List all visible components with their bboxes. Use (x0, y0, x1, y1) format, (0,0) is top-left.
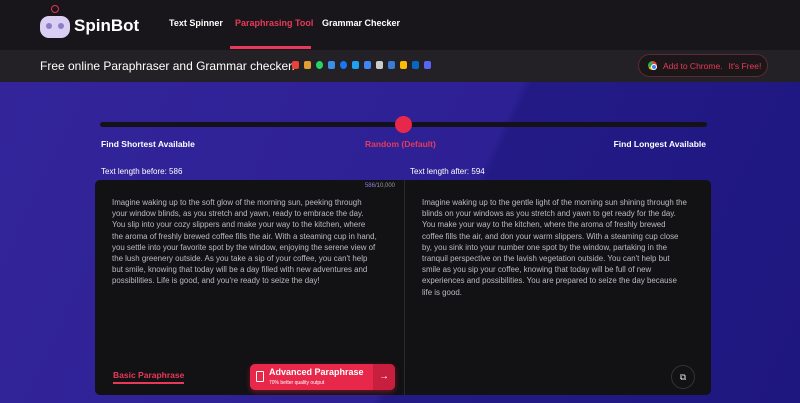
add-to-chrome-button[interactable]: Add to Chrome. It's Free! (638, 54, 768, 77)
notion-icon[interactable] (376, 61, 383, 69)
slack-icon[interactable] (304, 61, 311, 69)
header: SpinBot Text Spinner Paraphrasing Tool G… (0, 0, 800, 50)
google-docs-icon[interactable] (364, 61, 371, 69)
facebook-icon[interactable] (340, 61, 347, 69)
slider-label-shortest[interactable]: Find Shortest Available (101, 139, 195, 149)
logo-text: SpinBot (74, 16, 140, 35)
slider-label-longest[interactable]: Find Longest Available (614, 139, 706, 149)
copy-button[interactable]: ⧉ (671, 365, 695, 389)
linkedin-icon[interactable] (412, 61, 419, 69)
nav-text-spinner[interactable]: Text Spinner (169, 18, 223, 28)
editor-panel: 586/10,000 Imagine waking up to the soft… (95, 180, 711, 395)
subheader: Free online Paraphraser and Grammar chec… (0, 50, 800, 82)
x-icon[interactable] (388, 61, 395, 69)
length-slider-thumb[interactable] (395, 116, 412, 133)
advanced-sublabel: 70% better quality output (269, 380, 325, 386)
panel-divider (404, 180, 405, 395)
chrome-cta-label: Add to Chrome. (663, 60, 723, 71)
whatsapp-icon[interactable] (316, 61, 323, 69)
character-count: 586/10,000 (365, 183, 395, 189)
document-edit-icon (256, 371, 264, 382)
share-icon[interactable] (328, 61, 335, 69)
nav-paraphrasing-tool[interactable]: Paraphrasing Tool (235, 18, 313, 28)
robot-logo-icon (40, 5, 70, 38)
gmail-icon[interactable] (292, 61, 299, 69)
logo[interactable]: SpinBot (40, 5, 140, 38)
active-nav-indicator (230, 46, 311, 49)
discord-icon[interactable] (424, 61, 431, 69)
google-keep-icon[interactable] (400, 61, 407, 69)
copy-icon: ⧉ (679, 372, 687, 382)
advanced-label: Advanced Paraphrase (269, 367, 364, 377)
output-text[interactable]: Imagine waking up to the gentle light of… (422, 197, 687, 298)
tagline: Free online Paraphraser and Grammar chec… (40, 59, 295, 73)
text-length-before: Text length before: 586 (101, 167, 183, 176)
max-count: /10,000 (374, 183, 395, 189)
advanced-paraphrase-button[interactable]: Advanced Paraphrase 70% better quality o… (250, 364, 395, 390)
twitter-icon[interactable] (352, 61, 359, 69)
chrome-icon (648, 61, 657, 70)
text-length-after: Text length after: 594 (410, 167, 485, 176)
slider-label-random[interactable]: Random (Default) (365, 139, 436, 149)
share-icons (292, 61, 431, 69)
arrow-right-icon: → (373, 364, 395, 390)
basic-paraphrase-button[interactable]: Basic Paraphrase (113, 370, 185, 384)
nav-grammar-checker[interactable]: Grammar Checker (322, 18, 400, 28)
input-textarea[interactable]: Imagine waking up to the soft glow of th… (112, 197, 377, 287)
chrome-free-label: It's Free! (728, 60, 762, 71)
current-count: 586 (364, 183, 375, 189)
